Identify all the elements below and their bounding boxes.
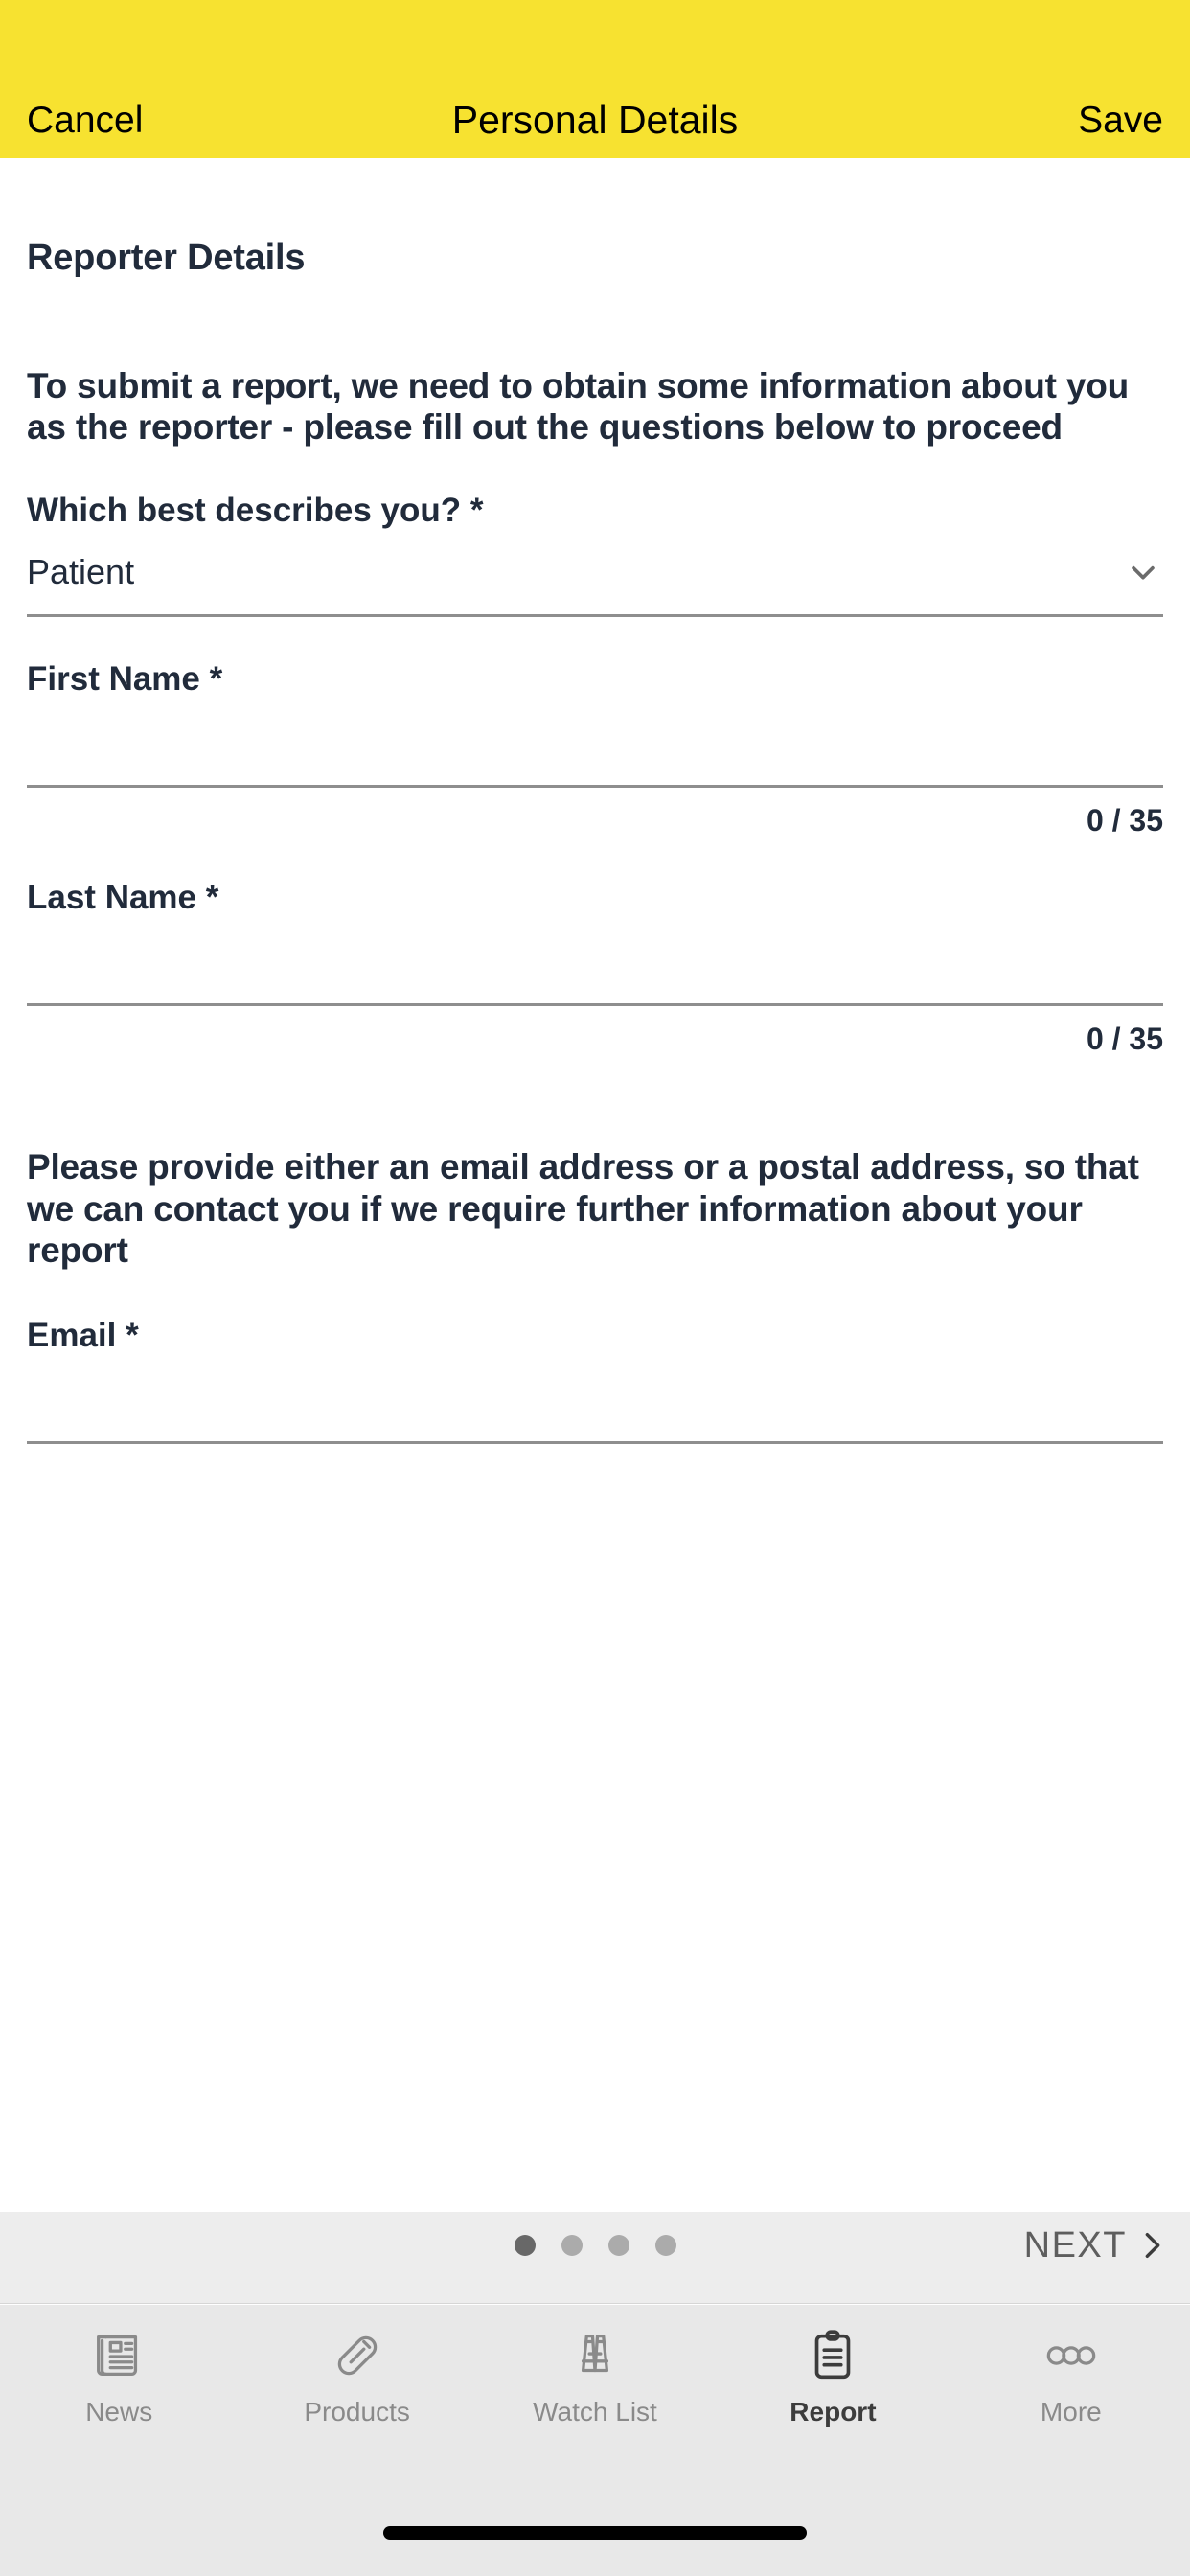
email-input[interactable] [27,1365,1163,1444]
tab-products[interactable]: Products [238,2305,475,2458]
tab-watch-list[interactable]: Watch List [476,2305,714,2458]
app-screen: Personal Details Cancel Save Reporter De… [0,0,1190,2576]
pagination-dot-4[interactable] [654,2235,676,2256]
tab-label-products: Products [304,2397,410,2426]
pagination-bar: NEXT [0,2212,1190,2304]
describes-you-value: Patient [27,552,135,592]
form-scroll-area[interactable]: Reporter Details To submit a report, we … [0,158,1190,2212]
tab-more[interactable]: More [952,2305,1190,2458]
field-first-name: First Name * 0 / 35 [27,659,1163,836]
tab-label-more: More [1040,2397,1102,2426]
field-last-name: Last Name * 0 / 35 [27,878,1163,1054]
last-name-counter: 0 / 35 [1086,1021,1163,1056]
field-describes-you: Which best describes you? * Patient [27,491,1163,617]
describes-you-label: Which best describes you? * [27,491,484,529]
save-button[interactable]: Save [1078,102,1163,139]
describes-you-select[interactable]: Patient [27,552,1163,617]
first-name-input[interactable] [27,708,1163,788]
tab-label-report: Report [790,2397,877,2426]
tab-label-news: News [85,2397,153,2426]
chevron-down-icon [1127,556,1163,588]
pill-capsule-icon [328,2326,387,2385]
contact-paragraph: Please provide either an email address o… [27,1146,1139,1271]
navigation-bar: Personal Details Cancel Save [0,0,1190,158]
home-indicator-area [0,2492,1190,2576]
chevron-right-icon [1140,2229,1165,2262]
three-circles-icon [1041,2326,1101,2385]
binoculars-icon [565,2326,625,2385]
last-name-input[interactable] [27,927,1163,1006]
first-name-counter: 0 / 35 [1086,802,1163,838]
bottom-tab-bar: News Products Watch List Report More [0,2305,1190,2492]
cancel-button[interactable]: Cancel [27,102,143,139]
pagination-dots [0,2235,1190,2256]
section-heading: Reporter Details [27,238,306,278]
intro-paragraph: To submit a report, we need to obtain so… [27,365,1130,448]
last-name-label: Last Name * [27,878,219,916]
tab-report[interactable]: Report [714,2305,951,2458]
email-label: Email * [27,1316,139,1354]
first-name-label: First Name * [27,659,223,698]
pagination-dot-2[interactable] [561,2235,583,2256]
pagination-dot-1[interactable] [514,2235,536,2256]
pagination-dot-3[interactable] [607,2235,629,2256]
next-button[interactable]: NEXT [1024,2227,1165,2264]
clipboard-icon [803,2326,862,2385]
field-email: Email * [27,1316,1163,1444]
next-label: NEXT [1023,2225,1127,2266]
home-indicator[interactable] [383,2526,807,2540]
tab-news[interactable]: News [0,2305,238,2458]
newspaper-icon [89,2326,149,2385]
navigation-actions: Cancel Save [0,81,1190,158]
tab-label-watch-list: Watch List [533,2397,657,2426]
